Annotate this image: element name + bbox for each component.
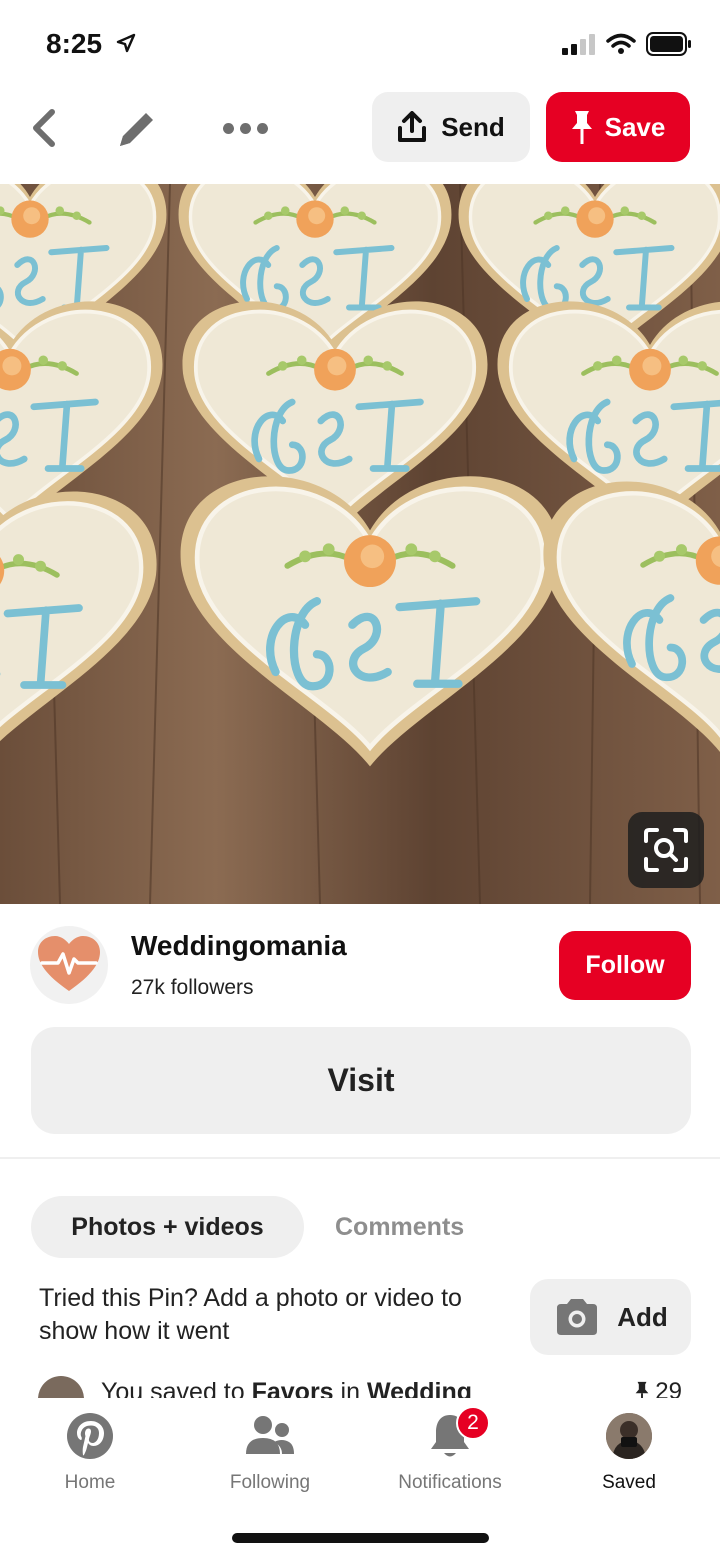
tried-pin-prompt: Tried this Pin? Add a photo or video to … [39,1284,462,1345]
camera-icon [557,1299,598,1335]
nav-home[interactable]: Home [10,1412,170,1494]
send-label: Send [441,111,505,142]
pinterest-logo-icon [67,1413,113,1459]
tab-comments[interactable]: Comments [335,1196,464,1258]
pin-image[interactable] [0,184,720,904]
home-indicator [232,1533,489,1543]
nav-following-label: Following [229,1472,311,1493]
creator-name[interactable]: Weddingomania [131,930,347,962]
people-icon [246,1416,294,1454]
save-label: Save [604,111,666,142]
lens-search-icon [644,828,688,872]
dot-icon [256,122,268,134]
creator-row: Weddingomania 27k followers Follow [0,926,720,1010]
status-time: 8:25 [46,28,103,59]
back-button[interactable] [22,106,66,150]
pushpin-icon [571,111,592,144]
nav-home-label: Home [64,1472,116,1493]
battery-icon [646,32,692,61]
nav-notifications-label: Notifications [398,1472,502,1493]
dot-icon [239,122,251,134]
saved-to-text: You saved to Favors in Wedding [101,1378,472,1398]
creator-followers: 27k followers [131,976,254,999]
dot-icon [222,122,234,134]
more-options-button[interactable] [218,110,272,146]
visit-button[interactable]: Visit [31,1027,691,1134]
status-icons [562,32,692,61]
nav-notifications[interactable]: 2 Notifications [370,1406,530,1494]
save-button[interactable]: Save [546,92,690,162]
status-bar: 8:25 [0,0,720,88]
location-arrow-icon [116,33,136,58]
save-count: 29 [635,1378,682,1398]
divider [0,1157,720,1159]
add-label: Add [617,1301,668,1332]
heart-pulse-icon [38,936,100,991]
pin-toolbar: Send Save [0,88,720,184]
share-upload-icon [398,111,427,142]
profile-avatar [606,1413,652,1459]
saved-activity-row[interactable]: You saved to Favors in Wedding 29 [0,1372,720,1398]
saved-section-name[interactable]: Wedding [367,1378,472,1398]
nav-saved[interactable]: Saved [549,1412,709,1494]
pencil-icon [120,113,153,146]
pushpin-icon [635,1381,649,1398]
save-count-value: 29 [655,1378,682,1398]
add-photo-button[interactable]: Add [530,1279,691,1355]
chevron-left-icon [33,109,55,147]
edit-button[interactable] [112,104,162,154]
heart-cookies-photo [0,184,720,904]
wifi-icon [606,33,636,60]
send-button[interactable]: Send [372,92,530,162]
saved-board-name[interactable]: Favors [252,1378,334,1398]
follow-button[interactable]: Follow [559,931,691,1000]
visual-search-button[interactable] [628,812,704,888]
notification-badge: 2 [456,1406,490,1440]
nav-following[interactable]: Following [190,1412,350,1494]
creator-avatar[interactable] [30,926,108,1004]
signal-icon [562,33,596,60]
tab-photos-videos[interactable]: Photos + videos [31,1196,304,1258]
nav-saved-label: Saved [602,1472,656,1493]
user-avatar [38,1376,84,1398]
